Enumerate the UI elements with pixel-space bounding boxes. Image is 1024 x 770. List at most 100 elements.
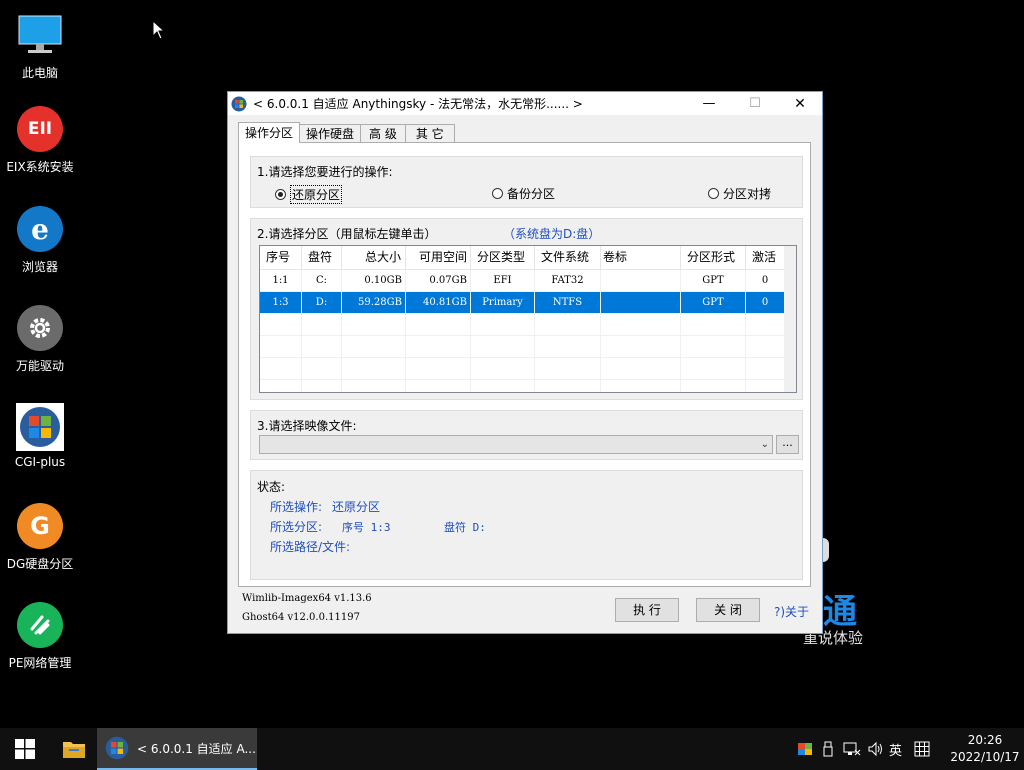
gear-icon — [16, 305, 64, 353]
clock[interactable]: 20:26 2022/10/17 — [946, 732, 1024, 766]
status-path-label: 所选路径/文件: — [270, 540, 351, 554]
close-button[interactable]: 关 闭 — [696, 598, 760, 622]
about-link[interactable]: ?)关于 — [774, 603, 809, 620]
usb-drive-icon[interactable] — [821, 741, 835, 757]
version-wimlib: Wimlib-Imagex64 v1.13.6 — [242, 593, 372, 604]
desktop-icon-pe-network[interactable]: PE网络管理 — [0, 602, 80, 671]
chevron-down-icon[interactable]: ⌄ — [761, 436, 769, 454]
tab-panel: 1.请选择您要进行的操作: 还原分区 备份分区 分区对拷 2.请选择分区（用鼠标… — [238, 142, 811, 587]
status-op-value: 还原分区 — [332, 500, 381, 514]
radio-backup[interactable]: 备份分区 — [492, 185, 555, 202]
keyboard-grid-icon[interactable] — [914, 741, 930, 757]
mouse-cursor-icon — [152, 20, 166, 40]
empty-row — [260, 380, 796, 392]
desktop-icon-label: 此电脑 — [21, 66, 58, 80]
network-icon[interactable] — [843, 741, 861, 757]
operation-group-title: 1.请选择您要进行的操作: — [257, 165, 393, 179]
radio-label: 备份分区 — [507, 187, 556, 201]
radio-clone[interactable]: 分区对拷 — [708, 185, 771, 202]
table-scrollbar[interactable] — [784, 246, 796, 392]
col-header[interactable]: 分区类型 — [471, 246, 535, 269]
table-row[interactable]: 1:1 C: 0.10GB 0.07GB EFI FAT32 GPT 0 — [260, 270, 796, 292]
cell-label — [601, 292, 681, 313]
desktop-icon-label: CGI-plus — [14, 455, 66, 469]
desktop-icon-eix-install[interactable]: EII EIX系统安装 — [0, 106, 80, 175]
display-color-icon[interactable] — [797, 741, 813, 757]
dg-logo-icon: G — [16, 503, 64, 551]
desktop-icon-dg-partition[interactable]: G DG硬盘分区 — [0, 503, 80, 572]
ime-indicator[interactable]: 英 — [889, 740, 902, 759]
execute-button[interactable]: 执 行 — [615, 598, 679, 622]
tab-other[interactable]: 其 它 — [404, 124, 455, 143]
close-window-button[interactable]: ✕ — [777, 92, 823, 115]
col-header[interactable]: 可用空间 — [406, 246, 471, 269]
col-header[interactable]: 文件系统 — [535, 246, 601, 269]
title-bar[interactable]: < 6.0.0.1 自适应 Anythingsky - 法无常法，水无常形...… — [228, 92, 822, 115]
desktop-icon-label: 浏览器 — [21, 260, 58, 274]
cell-seq: 1:3 — [260, 292, 302, 313]
table-header: 序号 盘符 总大小 可用空间 分区类型 文件系统 卷标 分区形式 激活 — [260, 246, 796, 270]
taskbar-app-label: < 6.0.0.1 自适应 A... — [137, 741, 256, 756]
col-header[interactable]: 序号 — [260, 246, 302, 269]
browser-icon: e — [16, 206, 64, 254]
tab-advanced[interactable]: 高 级 — [360, 124, 406, 143]
cell-type: EFI — [471, 270, 535, 291]
col-header[interactable]: 分区形式 — [681, 246, 746, 269]
radio-indicator — [708, 188, 719, 199]
empty-row — [260, 314, 796, 336]
desktop-icon-cgi-plus[interactable]: CGI-plus — [0, 403, 80, 469]
cell-size: 59.28GB — [342, 292, 406, 313]
cell-free: 0.07GB — [406, 270, 471, 291]
status-part-seq: 序号 1:3 — [342, 521, 391, 534]
status-part-label: 所选分区: — [270, 520, 323, 534]
browse-button[interactable]: ... — [776, 435, 799, 454]
image-file-combobox[interactable]: ⌄ — [259, 435, 773, 454]
table-row-selected[interactable]: 1:3 D: 59.28GB 40.81GB Primary NTFS GPT … — [260, 292, 796, 314]
desktop-icon-label: DG硬盘分区 — [6, 557, 74, 571]
cell-free: 40.81GB — [406, 292, 471, 313]
desktop-icon-this-pc[interactable]: 此电脑 — [0, 12, 80, 81]
col-header[interactable]: 盘符 — [302, 246, 342, 269]
cell-fs: FAT32 — [535, 270, 601, 291]
cell-size: 0.10GB — [342, 270, 406, 291]
tab-bar: 操作分区 操作硬盘 高 级 其 它 — [238, 122, 455, 143]
empty-row — [260, 358, 796, 380]
file-explorer-button[interactable] — [52, 728, 96, 770]
cell-seq: 1:1 — [260, 270, 302, 291]
status-op-label: 所选操作: — [270, 500, 323, 514]
col-header[interactable]: 激活 — [746, 246, 785, 269]
cell-style: GPT — [681, 270, 746, 291]
status-title: 状态: — [257, 480, 286, 494]
col-header[interactable]: 卷标 — [601, 246, 681, 269]
window-title: < 6.0.0.1 自适应 Anythingsky - 法无常法，水无常形...… — [253, 97, 583, 111]
radio-label: 还原分区 — [290, 185, 343, 204]
image-file-group-title: 3.请选择映像文件: — [257, 419, 357, 433]
empty-row — [260, 336, 796, 358]
desktop-icon-label: 万能驱动 — [15, 359, 64, 373]
tab-operate-disk[interactable]: 操作硬盘 — [299, 124, 362, 143]
taskbar-app-item[interactable]: < 6.0.0.1 自适应 A... — [97, 728, 257, 770]
radio-label: 分区对拷 — [723, 187, 772, 201]
system-tray: 英 — [797, 728, 930, 770]
system-disk-hint: （系统盘为D:盘） — [503, 227, 601, 241]
desktop-icon-browser[interactable]: e 浏览器 — [0, 206, 80, 275]
volume-icon[interactable] — [867, 741, 883, 757]
status-part-drive: 盘符 D: — [444, 521, 486, 534]
cell-style: GPT — [681, 292, 746, 313]
start-button[interactable] — [0, 728, 50, 770]
col-header[interactable]: 总大小 — [342, 246, 406, 269]
wallpaper-brand-text: 通 — [823, 592, 857, 632]
partition-table: 序号 盘符 总大小 可用空间 分区类型 文件系统 卷标 分区形式 激活 1:1 … — [259, 245, 797, 393]
cell-active: 0 — [746, 270, 785, 291]
radio-indicator — [275, 189, 286, 200]
minimize-button[interactable]: — — [686, 92, 732, 115]
monitor-icon — [16, 12, 64, 60]
app-window: < 6.0.0.1 自适应 Anythingsky - 法无常法，水无常形...… — [227, 91, 823, 634]
cell-label — [601, 270, 681, 291]
tab-operate-partition[interactable]: 操作分区 — [238, 122, 301, 143]
maximize-button[interactable]: ☐ — [732, 92, 778, 115]
radio-restore[interactable]: 还原分区 — [275, 185, 343, 204]
folder-icon — [63, 742, 85, 758]
cell-drive: D: — [302, 292, 342, 313]
desktop-icon-driver[interactable]: 万能驱动 — [0, 305, 80, 374]
